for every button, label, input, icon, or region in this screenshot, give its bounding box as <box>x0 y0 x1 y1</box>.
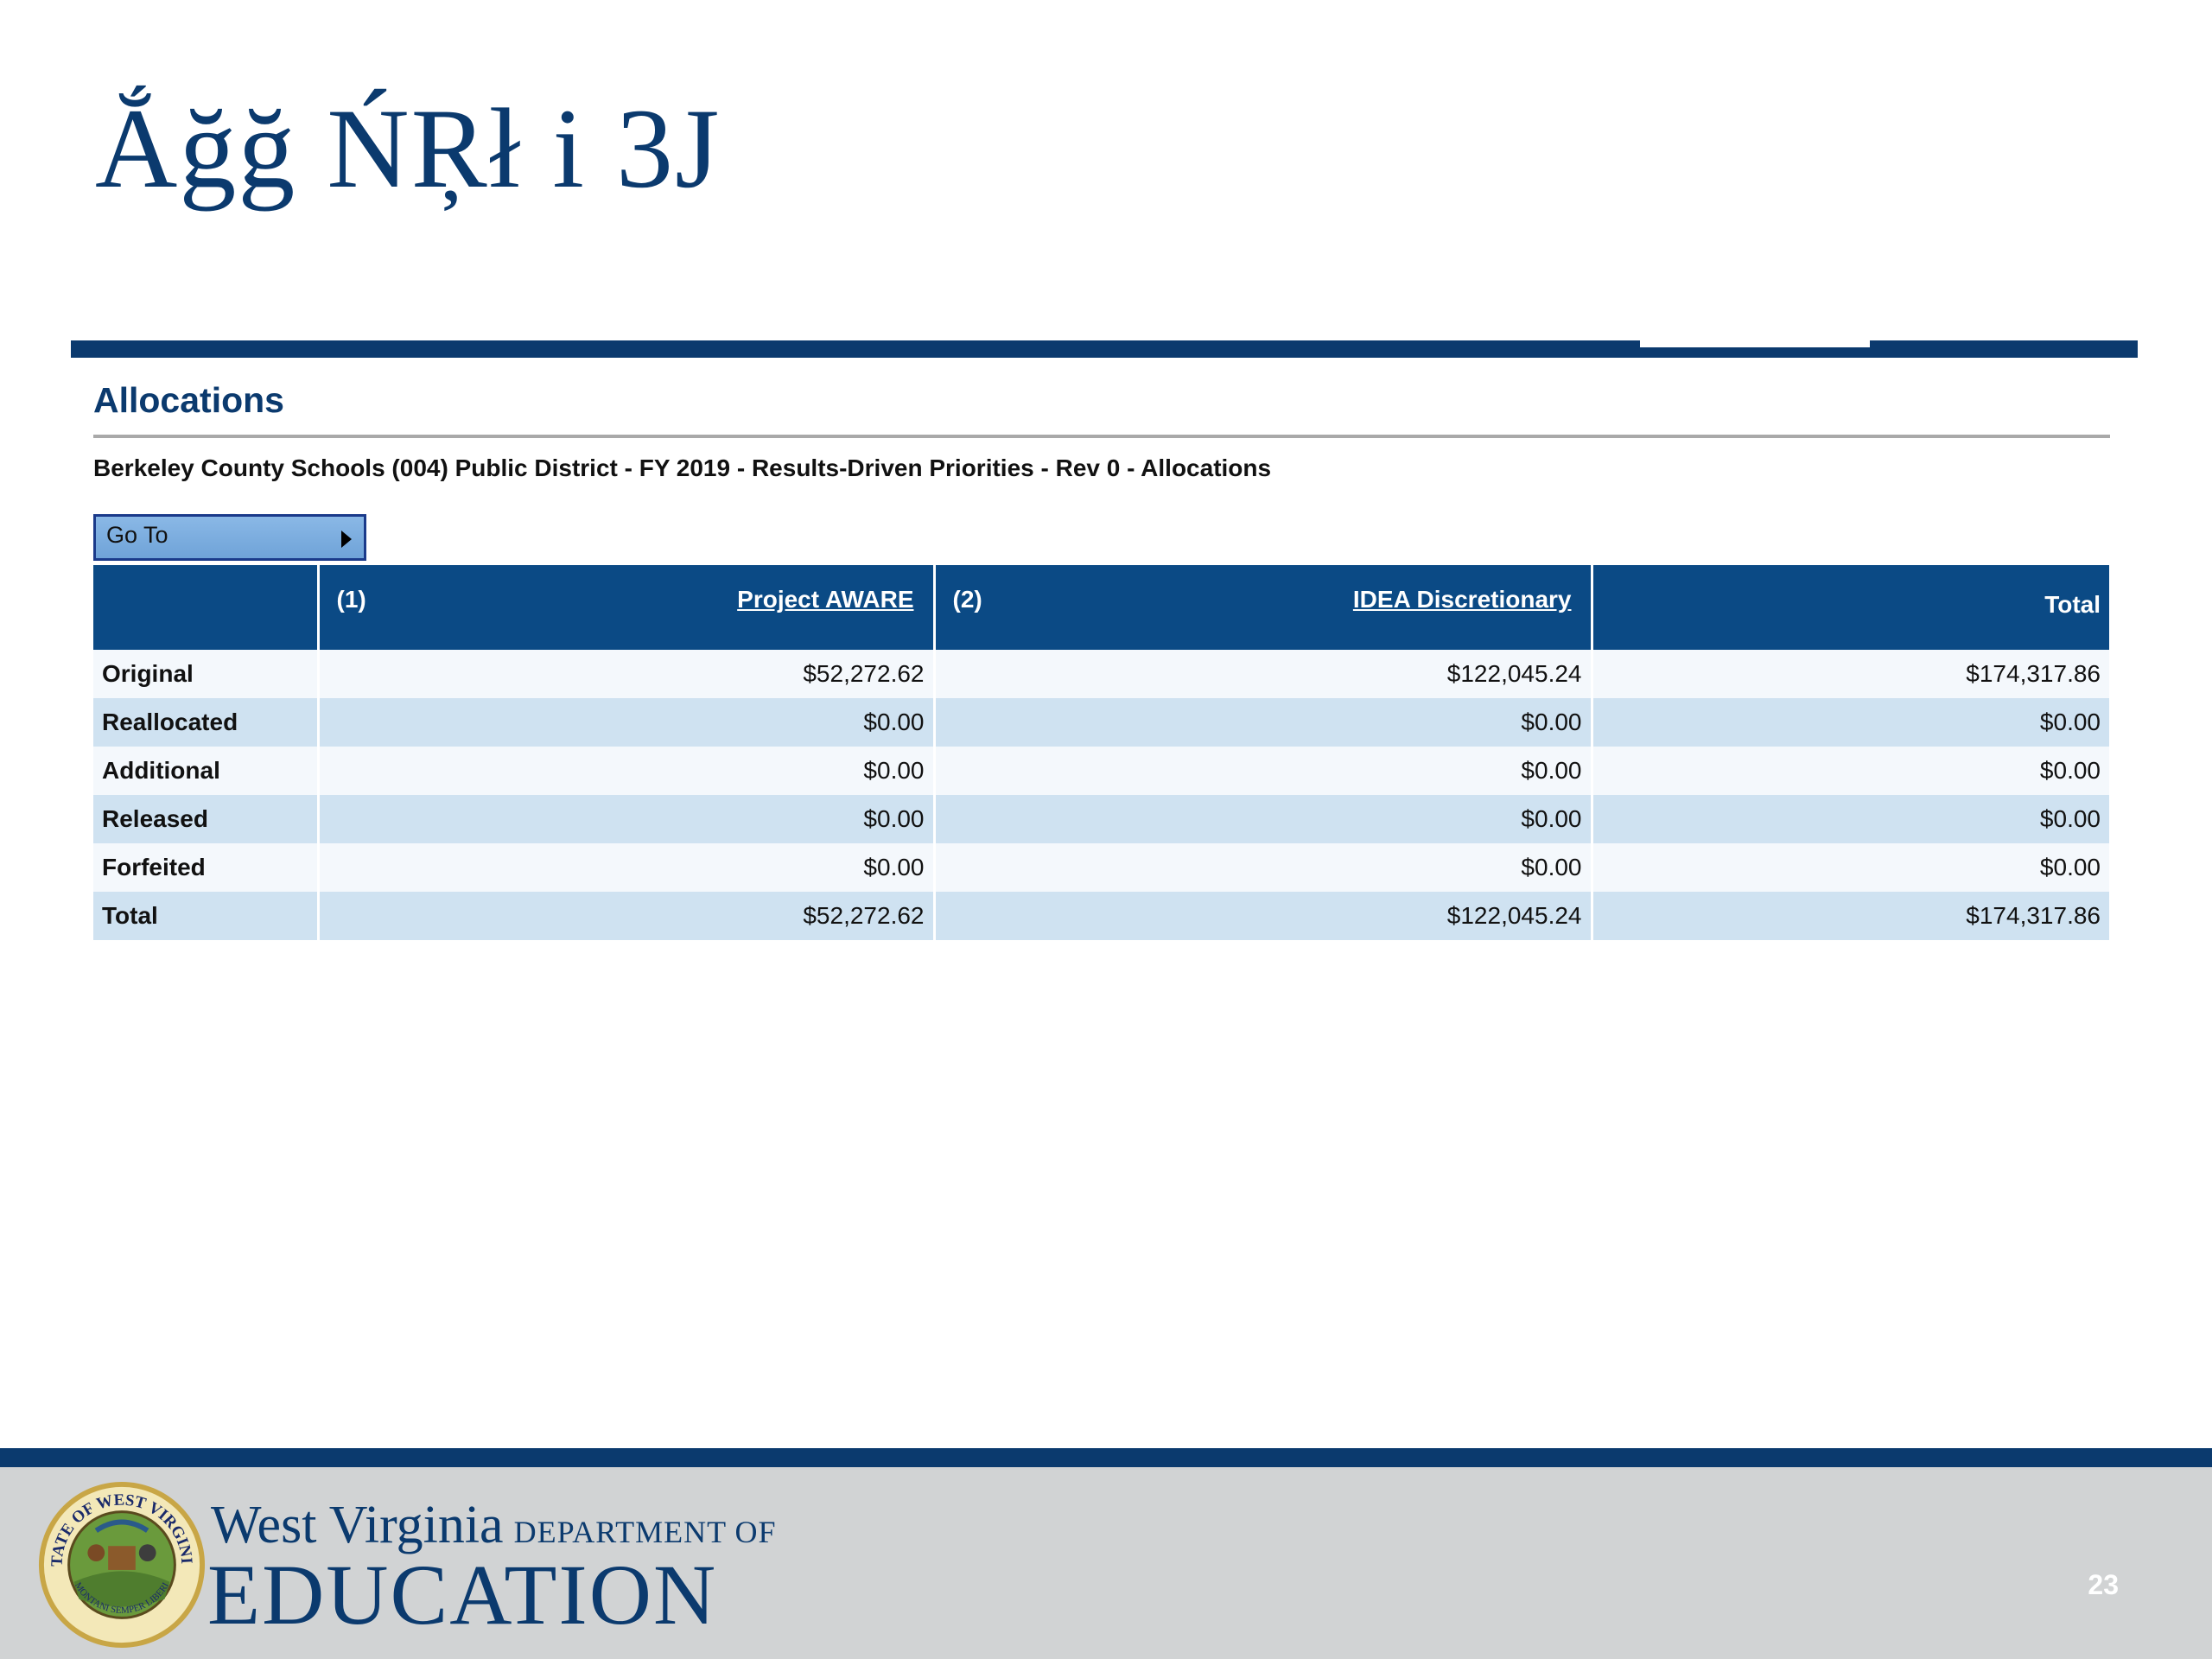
allocations-table: (1) Project AWARE (2) IDEA Discretionary… <box>93 565 2109 940</box>
cell-value: $0.00 <box>934 698 1593 747</box>
cell-value: $0.00 <box>1592 843 2109 892</box>
row-label: Released <box>93 795 320 843</box>
header-project-aware: (1) Project AWARE <box>318 565 936 650</box>
cell-value: $122,045.24 <box>934 892 1593 940</box>
cell-value: $174,317.86 <box>1592 892 2109 940</box>
header-rule-gap <box>1640 340 1870 347</box>
cell-value: $0.00 <box>934 843 1593 892</box>
cell-value: $0.00 <box>318 698 936 747</box>
row-label: Additional <box>93 747 320 795</box>
panel-title: Allocations <box>93 380 284 420</box>
goto-label: Go To <box>106 522 168 548</box>
cell-value: $0.00 <box>1592 795 2109 843</box>
table-total-row: Total $52,272.62 $122,045.24 $174,317.86 <box>93 892 2109 940</box>
table-row: Forfeited $0.00 $0.00 $0.00 <box>93 843 2109 892</box>
header-idea-discretionary: (2) IDEA Discretionary <box>934 565 1593 650</box>
cell-value: $0.00 <box>1592 747 2109 795</box>
caret-right-icon <box>341 531 352 548</box>
table-row: Reallocated $0.00 $0.00 $0.00 <box>93 698 2109 747</box>
org-dept-label: DEPARTMENT OF <box>513 1515 777 1549</box>
cell-value: $0.00 <box>318 747 936 795</box>
table-row: Released $0.00 $0.00 $0.00 <box>93 795 2109 843</box>
row-label: Original <box>93 650 320 698</box>
header-total: Total <box>1592 565 2109 650</box>
footer-band <box>0 1448 2212 1467</box>
slide-title: Ắğğ ŃŖł i 3J <box>95 85 721 212</box>
header-row-label <box>93 565 320 650</box>
cell-value: $0.00 <box>1592 698 2109 747</box>
idea-discretionary-link[interactable]: IDEA Discretionary <box>1353 586 1572 613</box>
breadcrumb: Berkeley County Schools (004) Public Dis… <box>93 454 1272 481</box>
row-label: Reallocated <box>93 698 320 747</box>
cell-value: $0.00 <box>318 843 936 892</box>
org-name-line2: EDUCATION <box>207 1547 718 1643</box>
cell-value: $122,045.24 <box>934 650 1593 698</box>
row-label: Total <box>93 892 320 940</box>
state-seal-icon: STATE OF WEST VIRGINIA MONTANI SEMPER LI… <box>36 1479 206 1649</box>
page-number: 23 <box>2088 1569 2119 1600</box>
cell-value: $52,272.62 <box>318 892 936 940</box>
project-aware-link[interactable]: Project AWARE <box>737 586 913 613</box>
cell-value: $0.00 <box>934 747 1593 795</box>
column-number: (1) <box>336 586 366 613</box>
cell-value: $0.00 <box>318 795 936 843</box>
cell-value: $52,272.62 <box>318 650 936 698</box>
goto-menu-button[interactable]: Go To <box>93 514 366 561</box>
cell-value: $0.00 <box>934 795 1593 843</box>
total-header-label: Total <box>2044 591 2101 618</box>
row-label: Forfeited <box>93 843 320 892</box>
table-row: Original $52,272.62 $122,045.24 $174,317… <box>93 650 2109 698</box>
cell-value: $174,317.86 <box>1592 650 2109 698</box>
column-number: (2) <box>952 586 982 613</box>
table-row: Additional $0.00 $0.00 $0.00 <box>93 747 2109 795</box>
table-header-row: (1) Project AWARE (2) IDEA Discretionary… <box>93 565 2109 650</box>
panel-divider <box>93 435 2110 438</box>
